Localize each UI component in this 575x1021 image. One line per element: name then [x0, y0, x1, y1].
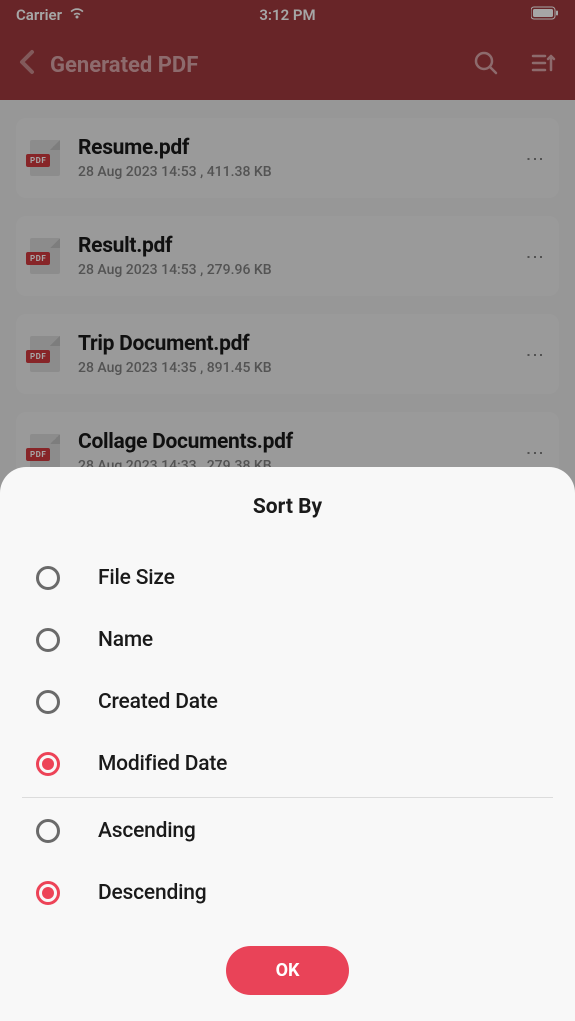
sort-option-label: File Size — [98, 566, 175, 590]
radio-icon — [36, 819, 60, 843]
sheet-divider — [22, 797, 553, 798]
sort-option-label: Ascending — [98, 819, 196, 843]
radio-icon — [36, 752, 60, 776]
radio-icon — [36, 628, 60, 652]
sort-option-label: Created Date — [98, 690, 218, 714]
sort-option-label: Name — [98, 628, 153, 652]
radio-icon — [36, 881, 60, 905]
sort-direction-option[interactable]: Descending — [26, 862, 549, 924]
radio-icon — [36, 690, 60, 714]
sort-criteria-option[interactable]: Created Date — [26, 671, 549, 733]
sort-criteria-option[interactable]: File Size — [26, 547, 549, 609]
sort-option-label: Modified Date — [98, 752, 227, 776]
radio-icon — [36, 566, 60, 590]
sort-option-label: Descending — [98, 881, 206, 905]
ok-button[interactable]: OK — [226, 946, 350, 995]
sort-direction-option[interactable]: Ascending — [26, 800, 549, 862]
sort-criteria-option[interactable]: Modified Date — [26, 733, 549, 795]
sort-sheet: Sort By File Size Name Created Date Modifie… — [0, 467, 575, 1021]
sort-criteria-list: File Size Name Created Date Modified Date — [0, 547, 575, 795]
sort-criteria-option[interactable]: Name — [26, 609, 549, 671]
sheet-title: Sort By — [0, 495, 575, 519]
sort-direction-list: Ascending Descending — [0, 800, 575, 924]
